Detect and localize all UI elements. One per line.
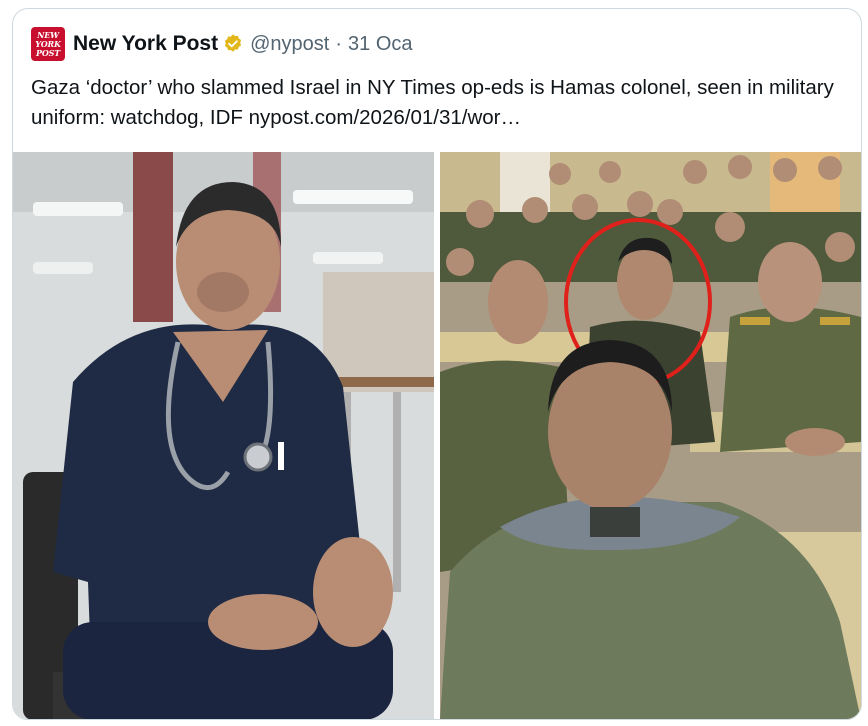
tweet-date[interactable]: 31 Oca <box>348 33 412 56</box>
avatar-line-3: POST <box>36 47 60 58</box>
tweet-text: Gaza ‘doctor’ who slammed Israel in NY T… <box>31 73 851 133</box>
military-uniform-group-photo[interactable] <box>440 152 861 719</box>
tweet-link[interactable]: nypost.com/2026/01/31/wor… <box>249 106 521 129</box>
tweet-card[interactable]: NEW YORK POST New York Post @nypost · 31… <box>12 8 862 720</box>
dot-separator: · <box>335 32 343 55</box>
avatar[interactable]: NEW YORK POST <box>31 27 65 61</box>
tweet-header: NEW YORK POST New York Post @nypost · 31… <box>31 27 413 61</box>
tweet-media <box>13 152 861 719</box>
verified-badge-icon <box>222 33 244 55</box>
author-name[interactable]: New York Post <box>73 32 218 56</box>
doctor-in-scrubs-photo[interactable] <box>13 152 434 719</box>
author-handle[interactable]: @nypost <box>250 33 329 56</box>
